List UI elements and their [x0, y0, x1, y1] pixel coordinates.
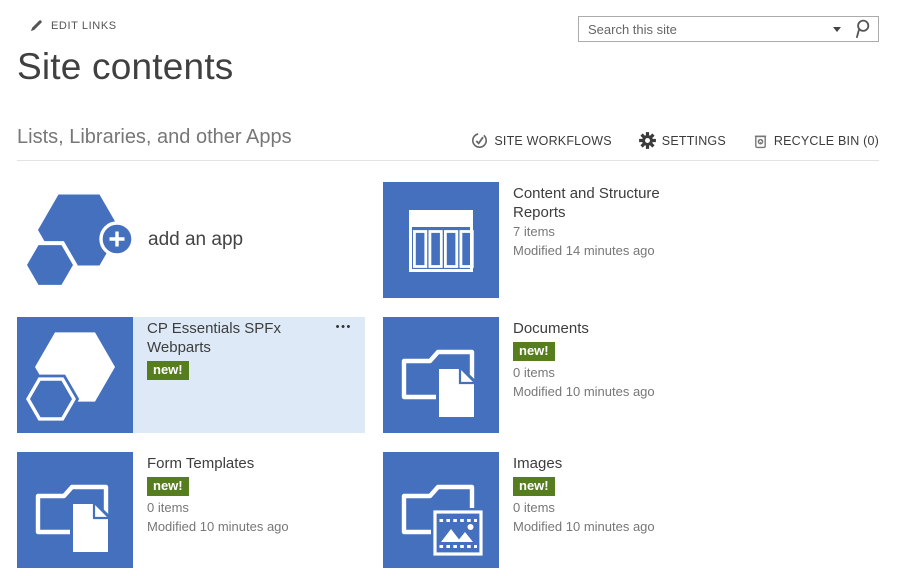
tile-images[interactable]: Images new! 0 items Modified 10 minutes …: [383, 452, 731, 568]
search-box: [578, 16, 879, 42]
section-actions: SITE WORKFLOWS: [471, 132, 879, 149]
tile-title: Form Templates: [147, 454, 325, 473]
add-app-hexagons-icon: [17, 182, 133, 298]
tile-modified: Modified 10 minutes ago: [513, 517, 713, 536]
new-badge: new!: [513, 342, 555, 361]
app-tiles-grid: add an app Content and Structure Reports…: [17, 182, 731, 568]
pencil-icon: [30, 19, 43, 32]
section-header: Lists, Libraries, and other Apps SITE WO…: [17, 126, 879, 161]
tile-title: Content and Structure Reports: [513, 184, 691, 222]
tile-content-and-structure-reports[interactable]: Content and Structure Reports 7 items Mo…: [383, 182, 731, 298]
site-contents-page: { "header": { "edit_links": "EDIT LINKS"…: [0, 0, 900, 576]
site-workflows-button[interactable]: SITE WORKFLOWS: [471, 132, 611, 149]
tile-modified: Modified 10 minutes ago: [513, 382, 713, 401]
search-input[interactable]: [579, 22, 827, 37]
tile-item-count: 0 items: [147, 498, 347, 517]
tile-add-an-app[interactable]: add an app: [17, 182, 365, 298]
settings-label: SETTINGS: [662, 134, 726, 148]
tile-documents[interactable]: Documents new! 0 items Modified 10 minut…: [383, 317, 731, 433]
site-workflows-label: SITE WORKFLOWS: [494, 134, 611, 148]
new-badge: new!: [513, 477, 555, 496]
recycle-bin-icon: [753, 132, 768, 149]
new-badge: new!: [147, 361, 189, 380]
page-title: Site contents: [17, 46, 234, 88]
gear-icon: [639, 132, 656, 149]
hexagon-app-icon: [17, 317, 133, 433]
tile-title: CP Essentials SPFx Webparts: [147, 319, 325, 357]
new-badge: new!: [147, 477, 189, 496]
tile-ellipsis-menu[interactable]: •••: [336, 318, 352, 337]
tile-item-count: 7 items: [513, 222, 713, 241]
section-title: Lists, Libraries, and other Apps: [17, 126, 292, 149]
circle-check-icon: [471, 132, 488, 149]
folder-document-icon: [17, 452, 133, 568]
search-scope-dropdown-icon[interactable]: [833, 27, 841, 32]
folder-document-icon: [383, 317, 499, 433]
edit-links-button[interactable]: EDIT LINKS: [30, 19, 117, 32]
tile-form-templates[interactable]: Form Templates new! 0 items Modified 10 …: [17, 452, 365, 568]
folder-picture-icon: [383, 452, 499, 568]
tile-item-count: 0 items: [513, 363, 713, 382]
search-icon[interactable]: [852, 18, 871, 40]
tile-title: Images: [513, 454, 691, 473]
tile-cp-essentials-spfx-webparts[interactable]: CP Essentials SPFx Webparts new! •••: [17, 317, 365, 433]
table-report-icon: [383, 182, 499, 298]
recycle-bin-button[interactable]: RECYCLE BIN (0): [753, 132, 879, 149]
tile-modified: Modified 14 minutes ago: [513, 241, 713, 260]
tile-modified: Modified 10 minutes ago: [147, 517, 347, 536]
tile-title: Documents: [513, 319, 691, 338]
edit-links-label: EDIT LINKS: [51, 20, 117, 32]
recycle-bin-label: RECYCLE BIN (0): [774, 134, 879, 148]
tile-item-count: 0 items: [513, 498, 713, 517]
tile-title: add an app: [148, 229, 243, 251]
settings-button[interactable]: SETTINGS: [639, 132, 726, 149]
